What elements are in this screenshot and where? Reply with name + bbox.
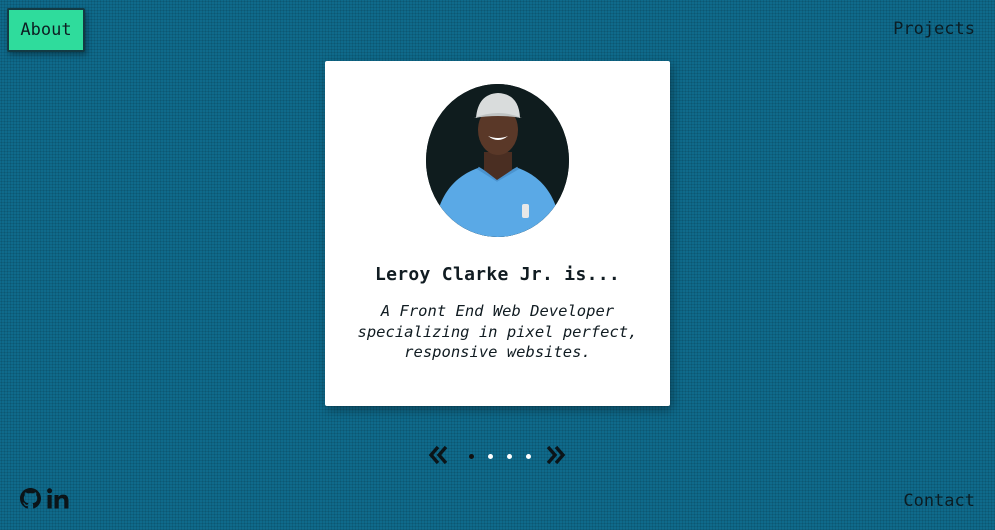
description-line: responsive websites. bbox=[404, 343, 591, 361]
profile-photo bbox=[426, 84, 569, 237]
contact-label: Contact bbox=[903, 491, 975, 511]
about-label: About bbox=[20, 20, 72, 40]
github-icon[interactable] bbox=[20, 488, 41, 509]
description-line: specializing in pixel perfect, bbox=[357, 322, 638, 341]
projects-label: Projects bbox=[893, 19, 975, 39]
card-description: A Front End Web Developer specializing i… bbox=[345, 301, 650, 363]
avatar bbox=[426, 84, 569, 237]
carousel-dot[interactable] bbox=[469, 454, 474, 459]
contact-link[interactable]: Contact bbox=[903, 491, 975, 511]
carousel-dot[interactable] bbox=[488, 454, 493, 459]
linkedin-icon[interactable] bbox=[47, 488, 69, 509]
about-button[interactable]: About bbox=[7, 8, 85, 52]
carousel-dot[interactable] bbox=[526, 454, 531, 459]
projects-link[interactable]: Projects bbox=[893, 19, 975, 39]
intro-card: Leroy Clarke Jr. is... A Front End Web D… bbox=[325, 61, 670, 406]
chevron-double-left-icon[interactable] bbox=[428, 444, 448, 466]
chevron-double-right-icon[interactable] bbox=[546, 444, 566, 466]
carousel-dot[interactable] bbox=[507, 454, 512, 459]
description-line: A Front End Web Developer bbox=[380, 302, 615, 320]
carousel-controls bbox=[428, 444, 568, 468]
card-name: Leroy Clarke Jr. is... bbox=[374, 264, 620, 285]
